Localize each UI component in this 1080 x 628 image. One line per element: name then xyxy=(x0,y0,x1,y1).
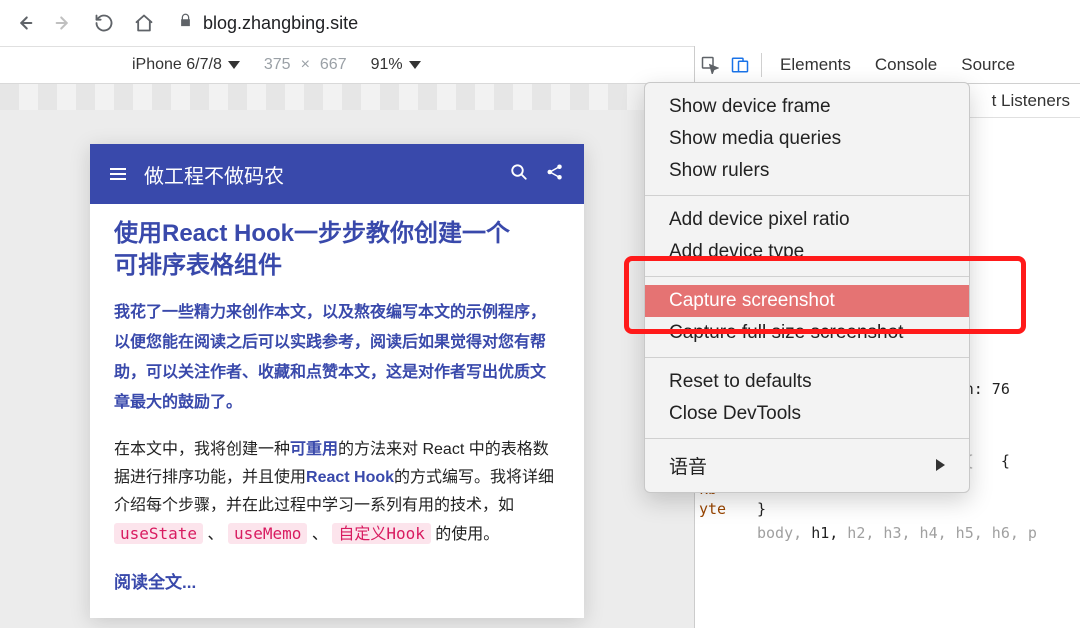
viewport-height[interactable]: 667 xyxy=(320,56,347,74)
post-title: 使用React Hook一步步教你创建一个 可排序表格组件 xyxy=(114,218,560,282)
browser-toolbar: blog.zhangbing.site xyxy=(0,0,1080,46)
site-header: 做工程不做码农 xyxy=(90,144,584,204)
menu-reset-to-defaults[interactable]: Reset to defaults xyxy=(645,366,969,398)
menu-show-media-queries[interactable]: Show media queries xyxy=(645,123,969,155)
separator xyxy=(761,53,762,77)
menu-capture-screenshot[interactable]: Capture screenshot xyxy=(645,285,969,317)
lock-icon xyxy=(178,13,193,33)
link-reuse[interactable]: 可重用 xyxy=(290,441,338,458)
viewport-width[interactable]: 375 xyxy=(264,56,291,74)
read-more-link[interactable]: 阅读全文... xyxy=(114,569,196,597)
code-usestate: useState xyxy=(114,523,203,544)
reload-button[interactable] xyxy=(92,11,116,35)
site-title: 做工程不做码农 xyxy=(144,160,492,189)
zoom-select[interactable]: 91% xyxy=(359,56,433,74)
device-select[interactable]: iPhone 6/7/8 xyxy=(120,56,252,74)
menu-capture-full-size-screenshot[interactable]: Capture full size screenshot xyxy=(645,317,969,349)
device-viewport: 做工程不做码农 使用React Hook一步步教你创建一个 可排序表格组件 我花… xyxy=(0,84,694,628)
share-icon[interactable] xyxy=(546,163,564,186)
subtab-event-listeners[interactable]: t Listeners xyxy=(992,91,1070,111)
devtools-tabbar: Elements Console Source xyxy=(695,46,1080,84)
code-usememo: useMemo xyxy=(228,523,307,544)
menu-icon[interactable] xyxy=(110,168,126,180)
inspect-element-button[interactable] xyxy=(695,56,725,74)
post-content: 使用React Hook一步步教你创建一个 可排序表格组件 我花了一些精力来创作… xyxy=(90,204,584,618)
device-toolbar-menu: Show device frame Show media queries Sho… xyxy=(644,82,970,493)
menu-show-device-frame[interactable]: Show device frame xyxy=(645,91,969,123)
back-button[interactable] xyxy=(12,11,36,35)
tab-console[interactable]: Console xyxy=(863,46,949,83)
viewport-ruler xyxy=(0,84,694,110)
phone-frame: 做工程不做码农 使用React Hook一步步教你创建一个 可排序表格组件 我花… xyxy=(90,144,584,618)
menu-show-rulers[interactable]: Show rulers xyxy=(645,155,969,187)
tab-sources[interactable]: Source xyxy=(949,46,1027,83)
menu-voice[interactable]: 语音 xyxy=(645,447,969,484)
chevron-down-icon xyxy=(409,61,421,69)
code-custom-hook: 自定义Hook xyxy=(332,523,431,544)
zoom-label: 91% xyxy=(371,56,403,74)
menu-close-devtools[interactable]: Close DevTools xyxy=(645,398,969,430)
times-icon: × xyxy=(301,56,310,74)
post-body: 在本文中，我将创建一种可重用的方法来对 React 中的表格数据进行排序功能，并… xyxy=(114,436,560,549)
forward-button[interactable] xyxy=(52,11,76,35)
menu-add-device-type[interactable]: Add device type xyxy=(645,236,969,268)
search-icon[interactable] xyxy=(510,163,528,186)
tab-elements[interactable]: Elements xyxy=(768,46,863,83)
link-react-hook[interactable]: React Hook xyxy=(306,469,394,486)
device-label: iPhone 6/7/8 xyxy=(132,56,222,74)
url-text: blog.zhangbing.site xyxy=(203,13,358,34)
home-button[interactable] xyxy=(132,11,156,35)
address-bar[interactable]: blog.zhangbing.site xyxy=(178,13,358,34)
chevron-down-icon xyxy=(228,61,240,69)
menu-add-device-pixel-ratio[interactable]: Add device pixel ratio xyxy=(645,204,969,236)
toggle-device-toolbar-button[interactable] xyxy=(725,56,755,74)
submenu-arrow-icon xyxy=(936,455,945,477)
post-intro: 我花了一些精力来创作本文，以及熬夜编写本文的示例程序，以便您能在阅读之后可以实践… xyxy=(114,298,560,418)
viewport-dims: 375 × 667 xyxy=(252,56,359,74)
